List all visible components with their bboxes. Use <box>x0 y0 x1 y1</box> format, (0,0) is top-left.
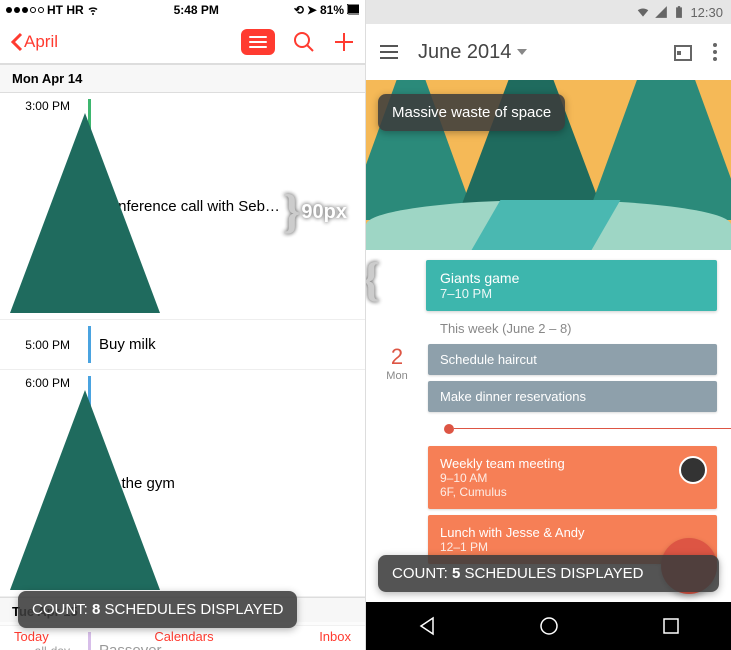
date-header: Mon Apr 14 <box>0 64 365 93</box>
add-icon[interactable] <box>333 31 355 53</box>
count-overlay: COUNT: 8 SCHEDULES DISPLAYED <box>18 591 297 628</box>
battery-label: 81% <box>320 3 344 17</box>
clock: 5:48 PM <box>174 3 219 17</box>
status-bar: HT HR 5:48 PM ⟲ ➤ 81% <box>0 0 365 20</box>
row-height-annotation: }90px <box>282 188 347 236</box>
wifi-icon <box>636 5 650 19</box>
signal-dots-icon <box>6 7 44 13</box>
event-time: 5:00 PM <box>0 326 80 363</box>
event-title: Weekly team meeting <box>440 456 705 471</box>
event-time: 9–10 AM <box>440 471 705 485</box>
reminder-chip[interactable]: Schedule haircut <box>428 344 717 375</box>
recents-icon[interactable] <box>662 617 680 635</box>
app-bar: June 2014 <box>366 24 731 80</box>
back-icon[interactable] <box>417 616 437 636</box>
chevron-down-icon <box>517 49 527 55</box>
hero-image: Massive waste of space <box>366 80 731 250</box>
system-nav-bar <box>366 602 731 650</box>
day-group: 2 Mon Schedule haircut Make dinner reser… <box>366 344 731 564</box>
event-row[interactable]: 6:00 PM7:00 PM Hit the gym <box>0 370 365 597</box>
event-title: Giants game <box>440 270 703 286</box>
color-bar <box>88 326 91 363</box>
rotation-lock-icon: ⟲ <box>294 3 304 17</box>
status-bar: 12:30 <box>366 0 731 24</box>
avatar <box>679 456 707 484</box>
overflow-icon[interactable] <box>713 43 717 61</box>
home-icon[interactable] <box>539 616 559 636</box>
battery-icon <box>672 5 686 19</box>
event-time: 6:00 PM7:00 PM <box>0 376 80 590</box>
meeting-card[interactable]: Weekly team meeting 9–10 AM 6F, Cumulus <box>428 446 717 509</box>
search-icon[interactable] <box>293 31 315 53</box>
event-list[interactable]: Mon Apr 143:00 PM4:00 PMConference call … <box>0 64 365 650</box>
signal-icon <box>654 5 668 19</box>
row-height-annotation: 110px{ <box>366 256 381 304</box>
week-label: This week (June 2 – 8) <box>440 321 731 336</box>
android-calendar-screen: 12:30 June 2014 Massive waste of space G… <box>366 0 731 650</box>
ios-calendar-screen: HT HR 5:48 PM ⟲ ➤ 81% April Mon Apr 14 3:… <box>0 0 366 650</box>
back-label: April <box>24 32 58 52</box>
event-title: Lunch with Jesse & Andy <box>440 525 705 540</box>
tab-inbox[interactable]: Inbox <box>319 629 351 644</box>
now-indicator <box>444 424 454 434</box>
wifi-icon <box>87 4 99 16</box>
event-row[interactable]: 5:00 PM Buy milk <box>0 320 365 370</box>
event-time: 7–10 PM <box>440 286 703 301</box>
event-title: Buy milk <box>99 336 355 353</box>
tab-today[interactable]: Today <box>14 629 49 644</box>
battery-icon <box>347 4 359 16</box>
today-icon[interactable] <box>673 42 693 62</box>
event-time: 3:00 PM4:00 PM <box>0 99 80 313</box>
list-view-button[interactable] <box>241 29 275 55</box>
day-badge: 2 Mon <box>380 344 414 564</box>
tab-calendars[interactable]: Calendars <box>154 629 213 644</box>
reminder-chip[interactable]: Make dinner reservations <box>428 381 717 412</box>
navigation-bar: April <box>0 20 365 64</box>
menu-icon[interactable] <box>380 45 398 59</box>
giants-game-card[interactable]: Giants game 7–10 PM <box>426 260 717 311</box>
location-icon: ➤ <box>307 3 317 17</box>
back-button[interactable]: April <box>10 32 58 52</box>
month-selector[interactable]: June 2014 <box>418 41 527 64</box>
event-location: 6F, Cumulus <box>440 485 705 499</box>
event-title: Hit the gym <box>99 475 355 492</box>
chevron-left-icon <box>10 32 24 52</box>
clock: 12:30 <box>690 5 723 20</box>
carrier-label: HT HR <box>47 3 84 17</box>
hero-annotation-overlay: Massive waste of space <box>378 94 565 131</box>
count-overlay: COUNT: 5 SCHEDULES DISPLAYED <box>378 555 719 592</box>
